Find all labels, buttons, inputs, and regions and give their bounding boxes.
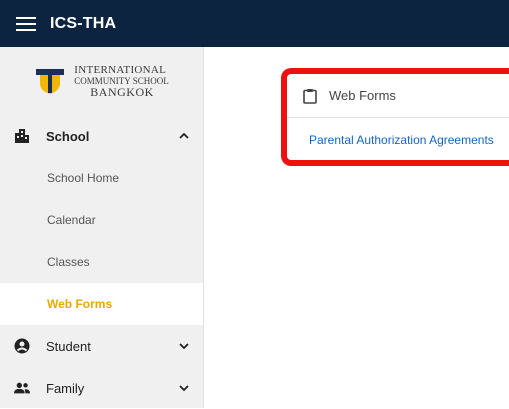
nav-group-family[interactable]: Family (0, 367, 203, 409)
crest-icon (36, 69, 65, 94)
chevron-up-icon (179, 132, 189, 139)
logo-line-1: INTERNATIONAL (74, 63, 167, 76)
sidebar: INTERNATIONAL COMMUNITY SCHOOL BANGKOK S… (0, 47, 204, 408)
clipboard-icon (303, 88, 317, 104)
hamburger-menu-icon[interactable] (16, 16, 36, 31)
family-icon (14, 380, 30, 396)
nav-group-family-label: Family (46, 380, 85, 396)
nav-group-school[interactable]: School (0, 115, 203, 157)
sidebar-item-web-forms[interactable]: Web Forms (0, 283, 203, 325)
account-circle-icon (14, 338, 30, 354)
school-logo[interactable]: INTERNATIONAL COMMUNITY SCHOOL BANGKOK (0, 47, 203, 115)
app-title: ICS-THA (50, 14, 117, 32)
web-forms-card: Web Forms Parental Authorization Agreeme… (281, 68, 509, 166)
top-app-bar: ICS-THA (0, 0, 509, 47)
nav-group-student-label: Student (46, 338, 91, 354)
sidebar-item-classes[interactable]: Classes (0, 241, 203, 283)
logo-line-2: COMMUNITY SCHOOL (74, 75, 169, 86)
sidebar-item-calendar[interactable]: Calendar (0, 199, 203, 241)
building-icon (14, 128, 30, 144)
nav-group-school-label: School (46, 128, 90, 144)
chevron-down-icon (179, 343, 189, 350)
card-title: Web Forms (329, 88, 396, 103)
logo-line-3: BANGKOK (90, 84, 154, 99)
card-header: Web Forms (287, 74, 509, 118)
nav-group-student[interactable]: Student (0, 325, 203, 367)
parental-authorization-agreements-link[interactable]: Parental Authorization Agreements (287, 118, 509, 147)
chevron-down-icon (179, 385, 189, 392)
sidebar-item-school-home[interactable]: School Home (0, 157, 203, 199)
